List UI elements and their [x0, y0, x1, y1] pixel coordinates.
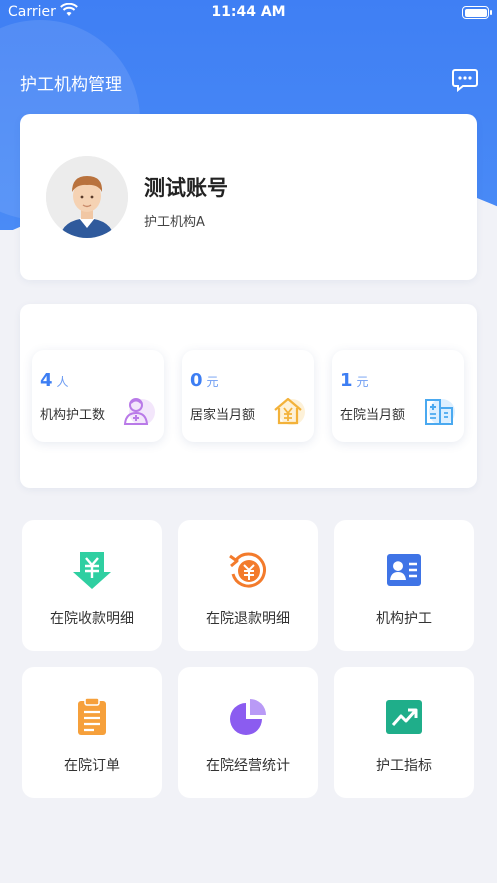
stat-label: 在院当月额 [340, 408, 406, 423]
stat-home-monthly[interactable]: 0元 居家当月额 [182, 350, 314, 442]
profile-card[interactable]: 测试账号 护工机构A [20, 114, 477, 280]
menu-tile-receipts[interactable]: 在院收款明细 [22, 520, 162, 651]
menu-label: 在院订单 [64, 758, 120, 774]
account-name: 测试账号 [144, 176, 228, 200]
home-yuan-icon [272, 394, 306, 428]
menu-label: 在院收款明细 [50, 611, 134, 627]
menu-label: 在院退款明细 [206, 611, 290, 627]
menu-tile-caregivers[interactable]: 机构护工 [334, 520, 474, 651]
pie-chart-icon [228, 697, 268, 737]
stat-unit: 元 [356, 375, 369, 389]
receive-payment-icon [72, 550, 112, 590]
menu-label: 护工指标 [376, 758, 432, 774]
stat-value-wrap: 4人 [40, 370, 69, 391]
chat-bubble-icon[interactable] [452, 68, 478, 93]
stat-value-wrap: 0元 [190, 370, 219, 391]
stat-label: 机构护工数 [40, 408, 106, 423]
menu-tile-stats[interactable]: 在院经营统计 [178, 667, 318, 798]
organization-name: 护工机构A [144, 215, 205, 230]
user-avatar-icon [46, 156, 128, 238]
stat-value: 0 [190, 370, 203, 391]
clipboard-icon [72, 697, 112, 737]
battery-icon [462, 6, 492, 19]
hospital-icon [422, 394, 456, 428]
menu-label: 机构护工 [376, 611, 432, 627]
stat-value: 4 [40, 370, 53, 391]
caregiver-icon [122, 394, 156, 428]
stat-value: 1 [340, 370, 353, 391]
clock-label: 11:44 AM [211, 4, 286, 20]
stat-value-wrap: 1元 [340, 370, 369, 391]
stats-card: 4人 机构护工数 0元 居家当月额 1元 在院当月额 [20, 304, 477, 488]
menu-tile-orders[interactable]: 在院订单 [22, 667, 162, 798]
stat-unit: 元 [206, 375, 219, 389]
trend-up-icon [384, 697, 424, 737]
stat-label: 居家当月额 [190, 408, 256, 423]
page-title: 护工机构管理 [20, 75, 122, 95]
menu-label: 在院经营统计 [206, 758, 290, 774]
stat-hospital-monthly[interactable]: 1元 在院当月额 [332, 350, 464, 442]
stat-caregiver-count[interactable]: 4人 机构护工数 [32, 350, 164, 442]
status-bar: Carrier 11:44 AM [0, 0, 497, 26]
caregiver-card-icon [384, 550, 424, 590]
refund-icon [228, 550, 268, 590]
stat-unit: 人 [56, 375, 69, 389]
menu-tile-indicators[interactable]: 护工指标 [334, 667, 474, 798]
menu-tile-refunds[interactable]: 在院退款明细 [178, 520, 318, 651]
